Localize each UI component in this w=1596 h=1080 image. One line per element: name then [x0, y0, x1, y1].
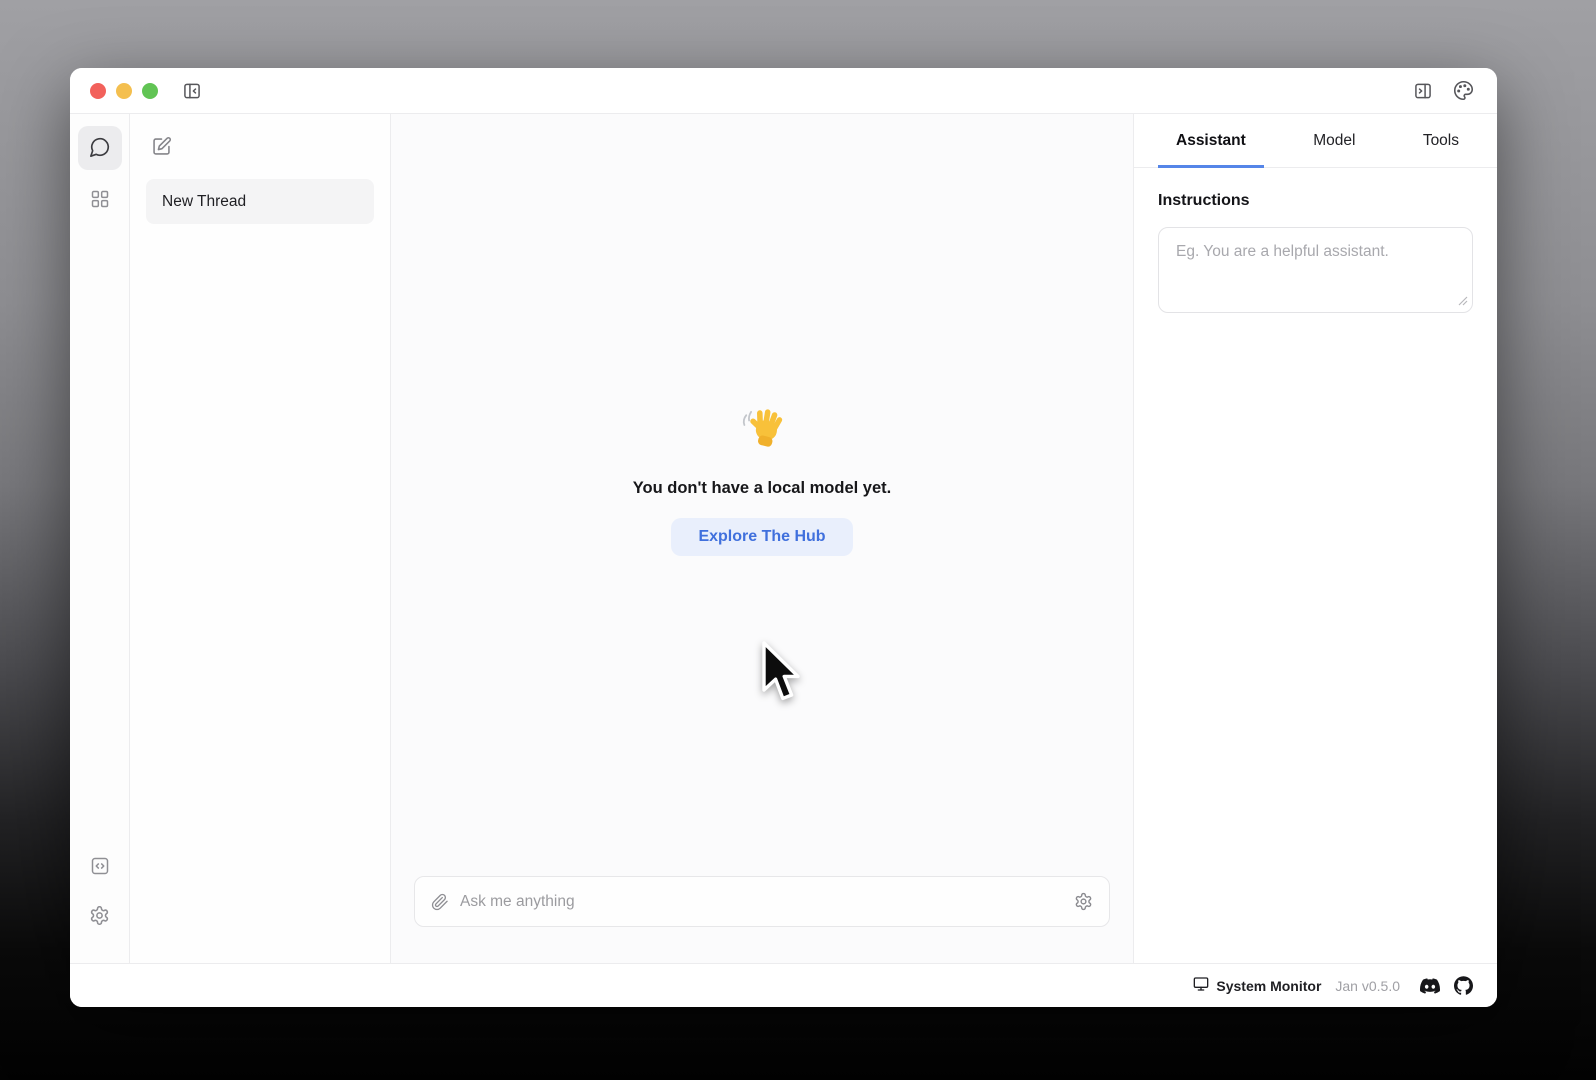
wave-emoji — [738, 404, 786, 457]
right-panel-tabs: Assistant Model Tools — [1134, 114, 1497, 168]
new-thread-pencil-icon — [151, 136, 172, 160]
main-chat-area: You don't have a local model yet. Explor… — [391, 114, 1133, 963]
monitor-icon — [1193, 976, 1209, 995]
tab-tools[interactable]: Tools — [1405, 114, 1477, 167]
composer-settings-icon[interactable] — [1074, 892, 1093, 911]
explore-hub-button[interactable]: Explore The Hub — [671, 518, 852, 556]
palette-icon[interactable] — [1453, 80, 1474, 101]
right-panel: Assistant Model Tools Instructions — [1133, 114, 1497, 963]
app-version: Jan v0.5.0 — [1335, 978, 1400, 994]
titlebar — [70, 68, 1497, 113]
gear-icon — [89, 905, 110, 929]
tab-assistant[interactable]: Assistant — [1158, 114, 1264, 167]
sidebar-toggle-icon[interactable] — [182, 81, 202, 101]
instructions-textarea[interactable] — [1158, 227, 1473, 313]
system-monitor-label: System Monitor — [1216, 978, 1321, 994]
new-thread-button[interactable] — [151, 136, 172, 160]
code-square-icon — [90, 856, 110, 879]
thread-sidebar: New Thread — [130, 114, 391, 963]
app-window: New Thread — [70, 68, 1497, 1007]
nav-local-api-server-button[interactable] — [80, 847, 120, 887]
system-monitor-toggle[interactable]: System Monitor — [1193, 976, 1321, 995]
zoom-window-button[interactable] — [142, 83, 158, 99]
traffic-lights — [90, 83, 158, 99]
window-content: New Thread — [70, 113, 1497, 963]
paperclip-icon[interactable] — [431, 893, 449, 911]
close-window-button[interactable] — [90, 83, 106, 99]
instructions-label: Instructions — [1158, 192, 1473, 210]
message-input[interactable] — [460, 893, 1074, 911]
thread-list-item[interactable]: New Thread — [146, 179, 374, 224]
panel-toggle-right-icon[interactable] — [1413, 80, 1433, 101]
statusbar: System Monitor Jan v0.5.0 — [70, 963, 1497, 1007]
thread-title: New Thread — [162, 193, 246, 211]
cursor-pointer — [758, 640, 804, 710]
message-composer[interactable] — [414, 876, 1110, 927]
minimize-window-button[interactable] — [116, 83, 132, 99]
grid-icon — [90, 189, 110, 212]
empty-state-message: You don't have a local model yet. — [391, 479, 1133, 498]
nav-threads-button[interactable] — [78, 126, 122, 170]
left-rail — [70, 114, 130, 963]
nav-hub-button[interactable] — [80, 180, 120, 220]
tab-model[interactable]: Model — [1295, 114, 1373, 167]
nav-settings-button[interactable] — [80, 897, 120, 937]
chat-bubble-icon — [89, 136, 111, 161]
discord-icon[interactable] — [1420, 976, 1440, 996]
github-icon[interactable] — [1454, 976, 1473, 995]
empty-state: You don't have a local model yet. Explor… — [391, 404, 1133, 556]
